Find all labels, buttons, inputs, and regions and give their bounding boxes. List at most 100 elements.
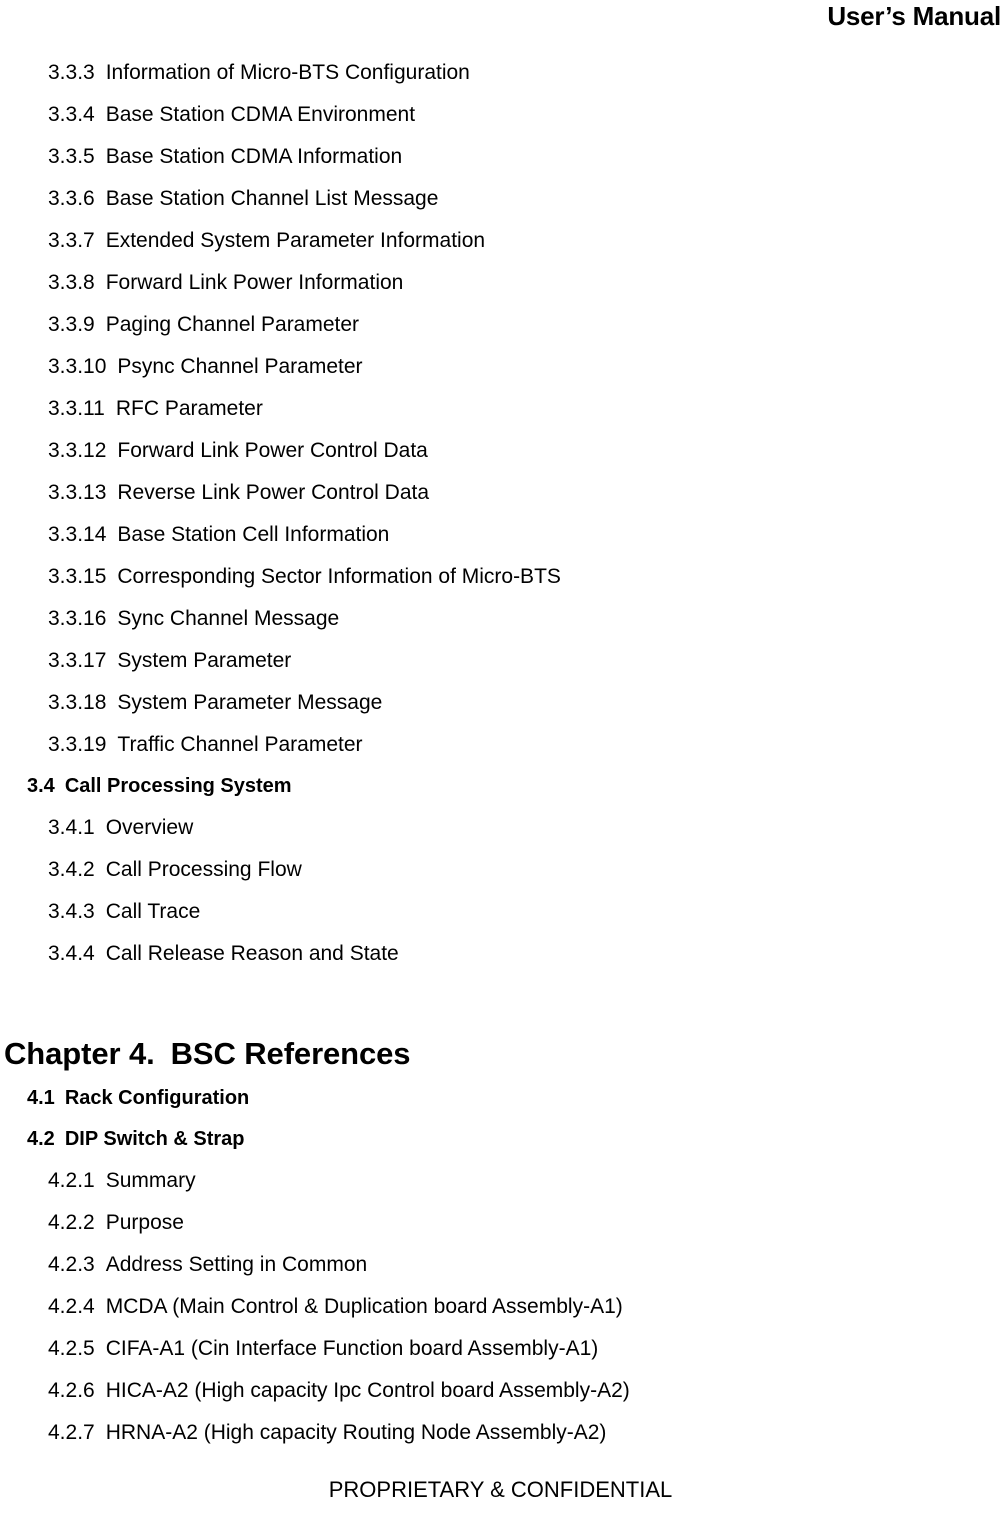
toc-entry-number: 3.3.4 [48, 103, 95, 126]
toc-entry[interactable]: 3.4.4 Call Release Reason and State [0, 933, 1001, 975]
toc-entry-number: 4.2.5 [48, 1337, 95, 1360]
chapter-spacer [0, 975, 1001, 1030]
toc-entry-title: Call Release Reason and State [105, 942, 399, 965]
toc-entry-title: Base Station Channel List Message [105, 187, 439, 210]
toc-entry[interactable]: 3.3.8 Forward Link Power Information [0, 262, 1001, 304]
toc-entry-title: System Parameter [117, 649, 292, 672]
toc-entry[interactable]: 3.3.11 RFC Parameter [0, 388, 1001, 430]
toc-entry-number: 4.2.1 [48, 1169, 95, 1192]
toc-entry[interactable]: 3.3.15 Corresponding Sector Information o… [0, 556, 1001, 598]
toc-entry[interactable]: 3.3.3 Information of Micro-BTS Configurat… [0, 52, 1001, 94]
chapter-heading[interactable]: Chapter 4. BSC References [0, 1030, 1001, 1078]
toc-entry-title: Psync Channel Parameter [117, 355, 363, 378]
toc-entry-title: Information of Micro-BTS Configuration [105, 61, 470, 84]
toc-entry-title: Corresponding Sector Information of Micr… [117, 565, 561, 588]
toc-entry[interactable]: 3.3.13 Reverse Link Power Control Data [0, 472, 1001, 514]
toc-entry[interactable]: 3.4.1 Overview [0, 807, 1001, 849]
toc-entry-number: 4.2.2 [48, 1211, 95, 1234]
toc-entry-title: Purpose [105, 1211, 184, 1234]
toc-entry-number: 4.2.4 [48, 1295, 95, 1318]
toc-entry-title: Reverse Link Power Control Data [117, 481, 430, 504]
toc-entry-number: 3.3.9 [48, 313, 95, 336]
document-page: User’s Manual 3.3.3 Information of Micro-… [0, 0, 1001, 1518]
toc-entry[interactable]: 3.4.3 Call Trace [0, 891, 1001, 933]
toc-entry[interactable]: 3.3.5 Base Station CDMA Information [0, 136, 1001, 178]
toc-entry[interactable]: 4.1 Rack Configuration [0, 1078, 1001, 1119]
toc-entry[interactable]: 3.3.9 Paging Channel Parameter [0, 304, 1001, 346]
toc-entry[interactable]: 4.2.3 Address Setting in Common [0, 1244, 1001, 1286]
toc-entry-number: 3.3.5 [48, 145, 95, 168]
toc-entry-number: 4.1 [27, 1087, 55, 1109]
toc-entry[interactable]: 4.2.7 HRNA-A2 (High capacity Routing Node… [0, 1412, 1001, 1454]
toc-entry-number: 3.3.15 [48, 565, 107, 588]
toc-entry-title: DIP Switch & Strap [64, 1128, 245, 1150]
toc-entry[interactable]: 3.3.4 Base Station CDMA Environment [0, 94, 1001, 136]
toc-entry-number: Chapter 4. [4, 1036, 155, 1071]
toc-entry-number: 3.3.3 [48, 61, 95, 84]
toc-entry-number: 3.4.3 [48, 900, 95, 923]
toc-entry-title: Traffic Channel Parameter [117, 733, 363, 756]
toc-entry[interactable]: 3.3.16 Sync Channel Message [0, 598, 1001, 640]
toc-entry-title: Address Setting in Common [105, 1253, 368, 1276]
toc-entry-title: Sync Channel Message [117, 607, 340, 630]
toc-entry-title: Paging Channel Parameter [105, 313, 360, 336]
toc-entry[interactable]: 4.2.1 Summary [0, 1160, 1001, 1202]
toc-entry-title: Call Trace [105, 900, 201, 923]
toc-entry[interactable]: 3.4 Call Processing System [0, 766, 1001, 807]
toc-entry-number: 3.3.14 [48, 523, 107, 546]
toc-entry-title: Call Processing System [64, 775, 292, 797]
toc-entry-number: 4.2.3 [48, 1253, 95, 1276]
toc-entry-title: Base Station Cell Information [117, 523, 390, 546]
toc-entry-number: 3.3.10 [48, 355, 107, 378]
toc-entry-number: 3.3.18 [48, 691, 107, 714]
toc-entry[interactable]: 3.3.7 Extended System Parameter Informati… [0, 220, 1001, 262]
running-header: User’s Manual [0, 0, 1001, 32]
toc-entry-title: Forward Link Power Control Data [117, 439, 428, 462]
toc-entry[interactable]: 4.2.5 CIFA-A1 (Cin Interface Function boa… [0, 1328, 1001, 1370]
toc-entry[interactable]: 4.2.6 HICA-A2 (High capacity Ipc Control … [0, 1370, 1001, 1412]
toc-entry-title: CIFA-A1 (Cin Interface Function board As… [105, 1337, 599, 1360]
toc-entry-number: 3.3.6 [48, 187, 95, 210]
toc-entry-title: Rack Configuration [64, 1087, 250, 1109]
toc-entry-number: 3.3.7 [48, 229, 95, 252]
toc-entry-number: 3.4.1 [48, 816, 95, 839]
toc-entry[interactable]: 3.3.18 System Parameter Message [0, 682, 1001, 724]
toc-entry-number: 3.3.8 [48, 271, 95, 294]
toc-entry-number: 4.2.7 [48, 1421, 95, 1444]
toc-entry-title: RFC Parameter [115, 397, 263, 420]
toc-entry-number: 3.4.2 [48, 858, 95, 881]
toc-entry-number: 3.3.13 [48, 481, 107, 504]
toc-entry[interactable]: 3.3.17 System Parameter [0, 640, 1001, 682]
page-footer: PROPRIETARY & CONFIDENTIAL [0, 1476, 1001, 1504]
toc-entry[interactable]: 3.3.6 Base Station Channel List Message [0, 178, 1001, 220]
footer-text: PROPRIETARY & CONFIDENTIAL [328, 1477, 673, 1502]
toc-entry[interactable]: 4.2 DIP Switch & Strap [0, 1119, 1001, 1160]
toc-entry-number: 4.2 [27, 1128, 55, 1150]
toc-entry-number: 3.3.19 [48, 733, 107, 756]
table-of-contents: 3.3.3 Information of Micro-BTS Configurat… [0, 52, 1001, 1454]
toc-entry-number: 3.3.11 [48, 397, 105, 420]
toc-entry-title: Overview [105, 816, 194, 839]
toc-entry-title: System Parameter Message [117, 691, 383, 714]
toc-entry-title: BSC References [170, 1036, 411, 1071]
toc-entry[interactable]: 4.2.2 Purpose [0, 1202, 1001, 1244]
toc-entry-number: 3.4.4 [48, 942, 95, 965]
toc-entry-title: HRNA-A2 (High capacity Routing Node Asse… [105, 1421, 607, 1444]
toc-entry-title: Extended System Parameter Information [105, 229, 486, 252]
toc-entry[interactable]: 3.3.12 Forward Link Power Control Data [0, 430, 1001, 472]
toc-entry-number: 3.4 [27, 775, 55, 797]
toc-entry-title: HICA-A2 (High capacity Ipc Control board… [105, 1379, 630, 1402]
toc-entry[interactable]: 3.3.10 Psync Channel Parameter [0, 346, 1001, 388]
toc-entry-title: Summary [105, 1169, 196, 1192]
toc-entry-title: Forward Link Power Information [105, 271, 404, 294]
toc-entry-number: 4.2.6 [48, 1379, 95, 1402]
toc-entry-number: 3.3.16 [48, 607, 107, 630]
toc-entry-number: 3.3.12 [48, 439, 107, 462]
toc-entry-title: Base Station CDMA Environment [105, 103, 416, 126]
toc-entry[interactable]: 4.2.4 MCDA (Main Control & Duplication bo… [0, 1286, 1001, 1328]
toc-entry-title: Call Processing Flow [105, 858, 302, 881]
toc-entry-title: MCDA (Main Control & Duplication board A… [105, 1295, 623, 1318]
toc-entry[interactable]: 3.3.14 Base Station Cell Information [0, 514, 1001, 556]
toc-entry[interactable]: 3.3.19 Traffic Channel Parameter [0, 724, 1001, 766]
toc-entry[interactable]: 3.4.2 Call Processing Flow [0, 849, 1001, 891]
